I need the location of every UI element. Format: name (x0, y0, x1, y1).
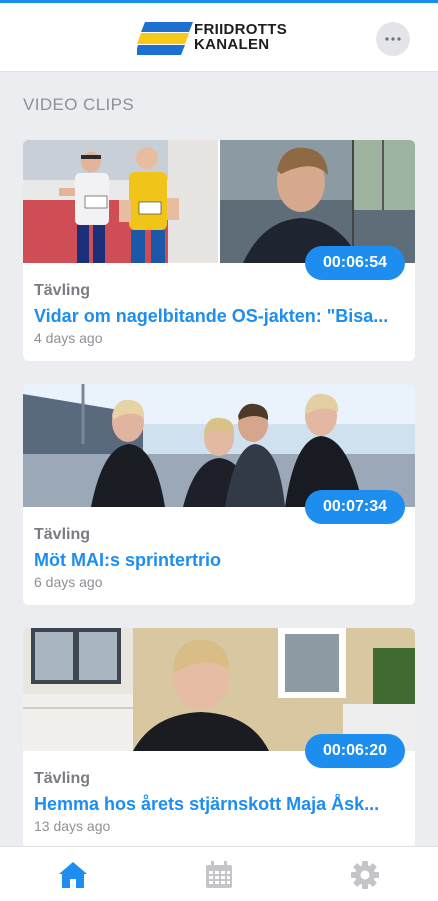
video-thumbnail (23, 384, 415, 507)
video-card[interactable]: 00:06:54 Tävling Vidar om nagelbitande O… (23, 140, 415, 361)
video-age: 6 days ago (34, 574, 103, 590)
gear-icon (351, 861, 379, 889)
video-card[interactable]: 00:06:20 Tävling Hemma hos årets stjärns… (23, 628, 415, 849)
video-category: Tävling (34, 526, 91, 543)
video-title[interactable]: Möt MAI:s sprintertrio (34, 550, 408, 571)
calendar-icon (206, 861, 232, 888)
video-duration-badge: 00:07:34 (305, 490, 405, 524)
more-horizontal-icon (385, 37, 401, 41)
app-header: FRIIDROTTS KANALEN (0, 3, 438, 72)
video-duration-badge: 00:06:20 (305, 734, 405, 768)
home-icon (59, 862, 87, 888)
bottom-navigation (0, 846, 438, 901)
nav-settings[interactable] (349, 859, 381, 891)
video-age: 13 days ago (34, 818, 111, 834)
video-thumbnail (23, 628, 415, 751)
logo-flag-icon (137, 22, 193, 55)
more-options-button[interactable] (376, 22, 410, 56)
video-category: Tävling (34, 770, 91, 787)
video-age: 4 days ago (34, 330, 103, 346)
video-title[interactable]: Hemma hos årets stjärnskott Maja Åsk... (34, 794, 408, 815)
logo-line-1: FRIIDROTTS (194, 21, 287, 38)
app-logo: FRIIDROTTS KANALEN (137, 20, 307, 60)
nav-home[interactable] (57, 859, 89, 891)
video-duration-badge: 00:06:54 (305, 246, 405, 280)
nav-calendar[interactable] (203, 859, 235, 891)
logo-text: FRIIDROTTS KANALEN (194, 22, 287, 52)
video-card[interactable]: 00:07:34 Tävling Möt MAI:s sprintertrio … (23, 384, 415, 605)
video-thumbnail (23, 140, 415, 263)
section-title: VIDEO CLIPS (23, 95, 135, 114)
video-category: Tävling (34, 282, 91, 299)
video-title[interactable]: Vidar om nagelbitande OS-jakten: "Bisa..… (34, 306, 408, 327)
logo-line-2: KANALEN (194, 36, 270, 53)
